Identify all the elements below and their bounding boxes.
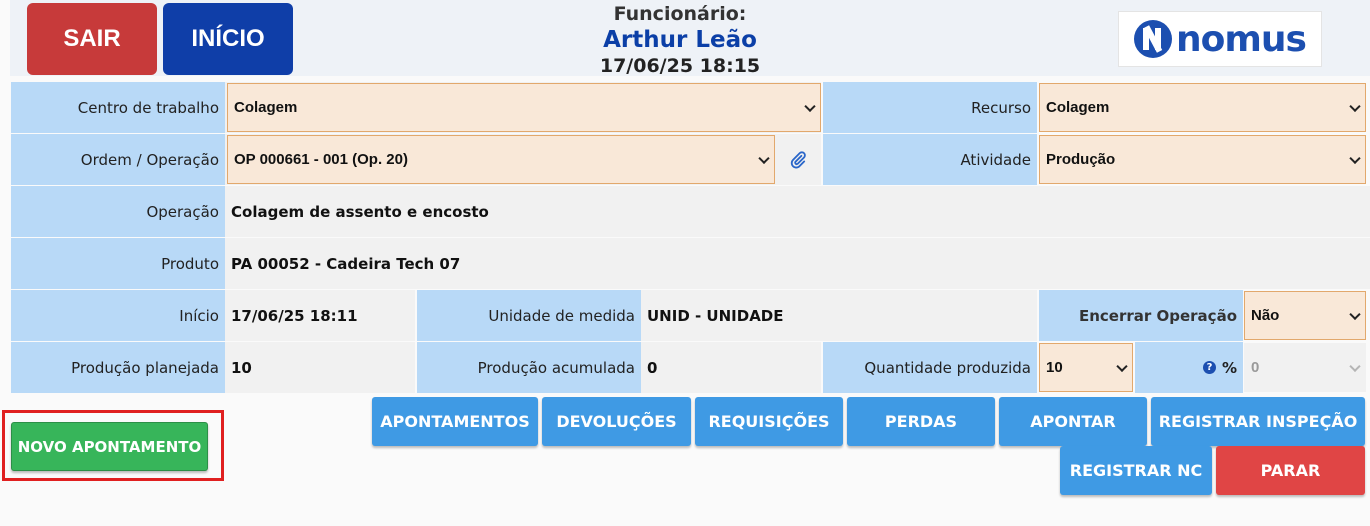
produto-label: Produto — [11, 238, 225, 289]
chevron-down-icon — [1116, 360, 1128, 372]
paperclip-icon[interactable] — [782, 146, 814, 174]
requisicoes-button[interactable]: REQUISIÇÕES — [695, 397, 843, 446]
percent-select: 0 — [1244, 343, 1366, 392]
operacao-label: Operação — [11, 186, 225, 237]
nomus-logo: nomus — [1118, 11, 1322, 67]
atividade-label: Atividade — [823, 134, 1037, 185]
recurso-select[interactable]: Colagem — [1039, 83, 1366, 132]
encerrar-label: Encerrar Operação — [1039, 290, 1243, 341]
registrar-inspecao-button[interactable]: REGISTRAR INSPEÇÃO — [1151, 397, 1365, 446]
acumulada-label: Produção acumulada — [417, 342, 641, 393]
chevron-down-icon — [804, 100, 816, 112]
qtd-select[interactable]: 10 — [1039, 343, 1133, 392]
encerrar-select-value: Não — [1251, 307, 1280, 324]
apontar-button[interactable]: APONTAR — [999, 397, 1147, 446]
apontamentos-button[interactable]: APONTAMENTOS — [372, 397, 538, 446]
centro-label: Centro de trabalho — [11, 82, 225, 133]
help-icon[interactable]: ? — [1202, 361, 1216, 374]
novo-apontamento-button[interactable]: NOVO APONTAMENTO — [11, 422, 208, 471]
employee-info: Funcionário: Arthur Leão 17/06/25 18:15 — [560, 2, 800, 78]
logo-mark-icon — [1134, 20, 1173, 58]
employee-name: Arthur Leão — [603, 27, 757, 53]
planejada-value: 10 — [225, 342, 415, 393]
percent-label-cell: ? % — [1135, 342, 1243, 393]
recurso-label: Recurso — [823, 82, 1037, 133]
recurso-select-value: Colagem — [1046, 99, 1110, 116]
qtd-label: Quantidade produzida — [823, 342, 1037, 393]
ordem-select[interactable]: OP 000661 - 001 (Op. 20) — [227, 135, 775, 184]
qtd-select-value: 10 — [1046, 359, 1063, 376]
inicio-value: 17/06/25 18:11 — [225, 290, 415, 341]
produto-value: PA 00052 - Cadeira Tech 07 — [225, 238, 1370, 289]
employee-label: Funcionário: — [613, 3, 747, 25]
percent-select-value: 0 — [1251, 359, 1260, 376]
parar-button[interactable]: PARAR — [1216, 446, 1365, 495]
centro-select-value: Colagem — [234, 99, 298, 116]
unidade-value: UNID - UNIDADE — [641, 290, 1037, 341]
chevron-down-icon — [758, 152, 770, 164]
registrar-nc-button[interactable]: REGISTRAR NC — [1060, 446, 1212, 495]
exit-button[interactable]: SAIR — [27, 3, 157, 75]
ordem-label: Ordem / Operação — [11, 134, 225, 185]
unidade-label: Unidade de medida — [417, 290, 641, 341]
percent-label: % — [1221, 358, 1237, 377]
planejada-label: Produção planejada — [11, 342, 225, 393]
atividade-select-value: Produção — [1046, 151, 1116, 168]
chevron-down-icon — [1349, 100, 1361, 112]
perdas-button[interactable]: PERDAS — [847, 397, 995, 446]
ordem-select-value: OP 000661 - 001 (Op. 20) — [234, 151, 408, 168]
encerrar-select[interactable]: Não — [1244, 291, 1366, 340]
logo-text: nomus — [1176, 18, 1307, 60]
centro-select[interactable]: Colagem — [227, 83, 821, 132]
home-button[interactable]: INÍCIO — [163, 3, 293, 75]
page: SAIR INÍCIO Funcionário: Arthur Leão 17/… — [0, 0, 1370, 526]
acumulada-value: 0 — [641, 342, 821, 393]
chevron-down-icon — [1349, 152, 1361, 164]
devolucoes-button[interactable]: DEVOLUÇÕES — [542, 397, 691, 446]
inicio-label: Início — [11, 290, 225, 341]
chevron-down-icon — [1349, 308, 1361, 320]
operacao-value: Colagem de assento e encosto — [225, 186, 1370, 237]
current-datetime: 17/06/25 18:15 — [599, 55, 761, 77]
atividade-select[interactable]: Produção — [1039, 135, 1366, 184]
chevron-down-icon — [1349, 360, 1361, 372]
